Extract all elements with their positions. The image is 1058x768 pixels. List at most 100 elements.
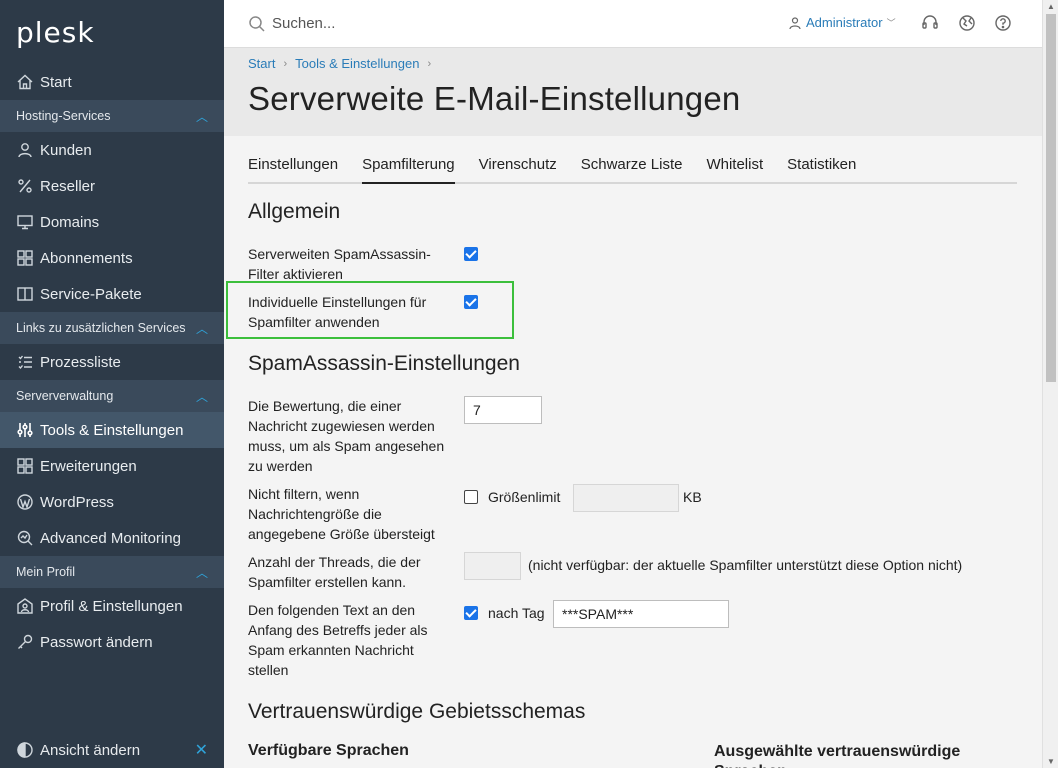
sidebar-section-mein-profil[interactable]: Mein Profil ︿ bbox=[0, 556, 224, 588]
scroll-up-icon[interactable]: ▲ bbox=[1047, 2, 1055, 11]
sidebar-item-label: WordPress bbox=[40, 493, 114, 511]
sidebar-section-links[interactable]: Links zu zusätzlichen Services ︿ bbox=[0, 312, 224, 344]
grid-icon bbox=[16, 249, 34, 267]
selected-languages-title: Ausgewählte vertrauenswürdige Sprachen bbox=[714, 743, 961, 768]
chevron-up-icon: ︿ bbox=[195, 389, 208, 404]
plesk-logo[interactable]: plesk bbox=[0, 0, 224, 64]
scroll-down-icon[interactable]: ▼ bbox=[1047, 757, 1055, 766]
size-limit-input[interactable] bbox=[573, 484, 679, 512]
sidebar-item-passwort-aendern[interactable]: Passwort ändern bbox=[0, 624, 224, 660]
search-input[interactable] bbox=[272, 15, 672, 32]
subject-tag-label: Den folgenden Text an den Anfang des Bet… bbox=[248, 602, 428, 678]
breadcrumb-start[interactable]: Start bbox=[248, 56, 275, 71]
chevron-up-icon: ︿ bbox=[195, 321, 208, 336]
profile-icon bbox=[16, 597, 34, 615]
size-unit: KB bbox=[683, 489, 702, 505]
breadcrumb: Start › Tools & Einstellungen › bbox=[248, 56, 439, 71]
sidebar-item-label: Erweiterungen bbox=[40, 457, 137, 475]
sidebar-item-label: Kunden bbox=[40, 141, 92, 159]
page-header: Start › Tools & Einstellungen › Serverwe… bbox=[224, 48, 1042, 136]
threads-note: (nicht verfügbar: der aktuelle Spamfilte… bbox=[528, 557, 963, 573]
enable-spamassassin-checkbox[interactable] bbox=[464, 247, 478, 261]
section-label: Serververwaltung bbox=[16, 389, 114, 403]
size-limit-checkbox[interactable] bbox=[464, 490, 478, 504]
user-name: Administrator bbox=[806, 15, 883, 30]
sidebar-item-domains[interactable]: Domains bbox=[0, 204, 224, 240]
chevron-down-icon: ﹀ bbox=[886, 18, 896, 28]
close-icon[interactable]: ✕ bbox=[195, 740, 208, 760]
available-languages-title: Verfügbare Sprachen bbox=[248, 742, 409, 759]
enable-spamassassin-label: Serverweiten SpamAssassin-Filter aktivie… bbox=[248, 246, 431, 282]
threads-input[interactable] bbox=[464, 552, 521, 580]
sidebar-item-profil-einstellungen[interactable]: Profil & Einstellungen bbox=[0, 588, 224, 624]
sidebar-item-tools-einstellungen[interactable]: Tools & Einstellungen bbox=[0, 412, 224, 448]
sidebar-section-hosting[interactable]: Hosting-Services ︿ bbox=[0, 100, 224, 132]
size-filter-label: Nicht filtern, wenn Nachrichtengröße die… bbox=[248, 486, 435, 542]
tab-bar: Einstellungen Spamfilterung Virenschutz … bbox=[248, 156, 1017, 184]
page-scrollbar[interactable]: ▲ ▼ bbox=[1042, 0, 1058, 768]
sidebar-item-label: Abonnements bbox=[40, 249, 133, 267]
section-title-trusted-locales: Vertrauenswürdige Gebietsschemas bbox=[248, 700, 586, 723]
key-icon bbox=[16, 633, 34, 651]
book-icon bbox=[16, 285, 34, 303]
sidebar-item-label: Profil & Einstellungen bbox=[40, 597, 183, 615]
search-icon bbox=[248, 15, 266, 33]
tab-schwarze-liste[interactable]: Schwarze Liste bbox=[581, 156, 683, 184]
sidebar-item-abonnements[interactable]: Abonnements bbox=[0, 240, 224, 276]
subject-tag-option: nach Tag bbox=[488, 605, 545, 621]
view-icon bbox=[16, 741, 34, 759]
user-icon bbox=[788, 16, 802, 30]
monitoring-icon bbox=[16, 529, 34, 547]
tab-statistiken[interactable]: Statistiken bbox=[787, 156, 856, 184]
sidebar-item-label: Start bbox=[40, 73, 72, 91]
section-label: Links zu zusätzlichen Services bbox=[16, 321, 186, 335]
sidebar-item-wordpress[interactable]: WordPress bbox=[0, 484, 224, 520]
page-title: Serverweite E-Mail-Einstellungen bbox=[248, 80, 741, 117]
tab-virenschutz[interactable]: Virenschutz bbox=[479, 156, 557, 184]
threads-label: Anzahl der Threads, die der Spamfilter e… bbox=[248, 554, 421, 590]
tab-whitelist[interactable]: Whitelist bbox=[706, 156, 763, 184]
size-limit-label: Größenlimit bbox=[488, 489, 561, 505]
globe-icon[interactable] bbox=[958, 14, 976, 32]
user-icon bbox=[16, 141, 34, 159]
tab-einstellungen[interactable]: Einstellungen bbox=[248, 156, 338, 184]
extensions-icon bbox=[16, 457, 34, 475]
score-input[interactable] bbox=[464, 396, 542, 424]
sidebar-item-label: Prozessliste bbox=[40, 353, 121, 371]
sidebar-item-label: Advanced Monitoring bbox=[40, 529, 181, 547]
home-icon bbox=[16, 73, 34, 91]
support-icon[interactable] bbox=[921, 14, 939, 32]
chevron-up-icon: ︿ bbox=[195, 109, 208, 124]
sidebar-item-label: Reseller bbox=[40, 177, 96, 195]
sidebar-item-service-pakete[interactable]: Service-Pakete bbox=[0, 276, 224, 312]
section-title-allgemein: Allgemein bbox=[248, 200, 341, 223]
sidebar-item-erweiterungen[interactable]: Erweiterungen bbox=[0, 448, 224, 484]
chevron-up-icon: ︿ bbox=[195, 565, 208, 580]
subject-tag-checkbox[interactable] bbox=[464, 606, 478, 620]
chevron-right-icon: › bbox=[427, 57, 432, 70]
scrollbar-thumb[interactable] bbox=[1046, 14, 1056, 382]
help-icon[interactable] bbox=[994, 14, 1012, 32]
subject-tag-input[interactable] bbox=[553, 600, 729, 628]
wordpress-icon bbox=[16, 493, 34, 511]
search-box bbox=[248, 15, 748, 33]
main-content: Einstellungen Spamfilterung Virenschutz … bbox=[224, 136, 1042, 768]
chevron-right-icon: › bbox=[283, 57, 288, 70]
section-label: Hosting-Services bbox=[16, 109, 111, 123]
sliders-icon bbox=[16, 421, 34, 439]
sidebar-section-serververwaltung[interactable]: Serververwaltung ︿ bbox=[0, 380, 224, 412]
sidebar-item-start[interactable]: Start bbox=[0, 64, 224, 100]
score-label: Die Bewertung, die einer Nachricht zugew… bbox=[248, 398, 445, 474]
sidebar-item-kunden[interactable]: Kunden bbox=[0, 132, 224, 168]
sidebar-item-label: Passwort ändern bbox=[40, 633, 153, 651]
sidebar-item-reseller[interactable]: Reseller bbox=[0, 168, 224, 204]
sidebar-item-advanced-monitoring[interactable]: Advanced Monitoring bbox=[0, 520, 224, 556]
user-menu[interactable]: Administrator ﹀ bbox=[788, 15, 896, 30]
individual-settings-checkbox[interactable] bbox=[464, 295, 478, 309]
sidebar-item-prozessliste[interactable]: Prozessliste bbox=[0, 344, 224, 380]
breadcrumb-tools[interactable]: Tools & Einstellungen bbox=[295, 56, 419, 71]
top-bar: Administrator ﹀ bbox=[224, 0, 1042, 48]
change-view[interactable]: Ansicht ändern ✕ bbox=[0, 732, 224, 768]
change-view-label: Ansicht ändern bbox=[40, 741, 141, 759]
tab-spamfilterung[interactable]: Spamfilterung bbox=[362, 156, 455, 184]
